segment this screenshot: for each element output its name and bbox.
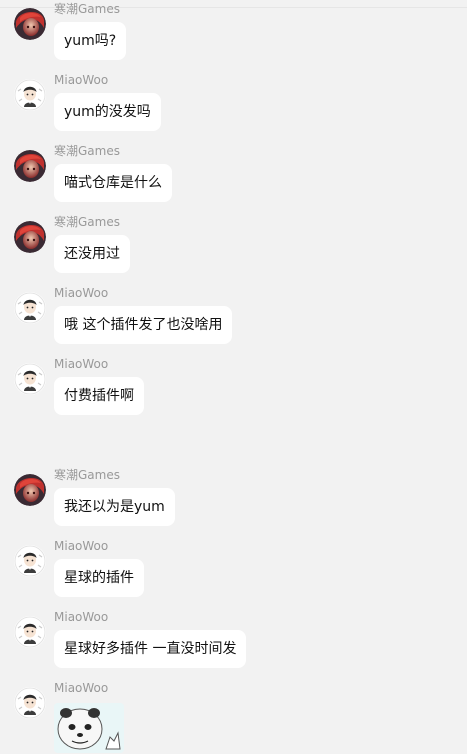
anime-boy-avatar-icon[interactable]: [14, 616, 46, 648]
message-bubble[interactable]: yum吗?: [54, 22, 127, 60]
sender-name: MiaoWoo: [54, 357, 109, 371]
sender-name: 寒潮Games: [54, 144, 120, 158]
message-bubble[interactable]: yum的没发吗: [54, 93, 161, 131]
message-bubble[interactable]: 喵式仓库是什么: [54, 164, 172, 202]
message-bubble[interactable]: 星球的插件: [54, 559, 144, 597]
message-bubble[interactable]: 星球好多插件 一直没时间发: [54, 630, 247, 668]
sender-name: 寒潮Games: [54, 215, 120, 229]
red-hair-avatar-icon[interactable]: [14, 221, 46, 253]
red-hair-avatar-icon[interactable]: [14, 8, 46, 40]
sender-name: MiaoWoo: [54, 73, 109, 87]
anime-boy-avatar-icon[interactable]: [14, 79, 46, 111]
message-bubble[interactable]: 我还以为是yum: [54, 488, 175, 526]
chat-window: 寒潮Games yum吗? MiaoWoo yum的没发吗 寒潮Games 喵式仓库是…: [0, 0, 467, 754]
anime-boy-avatar-icon[interactable]: [14, 292, 46, 324]
message-bubble[interactable]: 付费插件啊: [54, 377, 144, 415]
message-bubble[interactable]: 还没用过: [54, 235, 130, 273]
anime-boy-avatar-icon[interactable]: [14, 687, 46, 719]
sender-name: MiaoWoo: [54, 681, 109, 695]
anime-boy-avatar-icon[interactable]: [14, 545, 46, 577]
panda-meme-sticker-icon[interactable]: [54, 703, 124, 753]
anime-boy-avatar-icon[interactable]: [14, 363, 46, 395]
sender-name: MiaoWoo: [54, 610, 109, 624]
red-hair-avatar-icon[interactable]: [14, 474, 46, 506]
sender-name: MiaoWoo: [54, 539, 109, 553]
red-hair-avatar-icon[interactable]: [14, 150, 46, 182]
sender-name: 寒潮Games: [54, 2, 120, 16]
sender-name: 寒潮Games: [54, 468, 120, 482]
sender-name: MiaoWoo: [54, 286, 109, 300]
message-bubble[interactable]: 哦 这个插件发了也没啥用: [54, 306, 233, 344]
